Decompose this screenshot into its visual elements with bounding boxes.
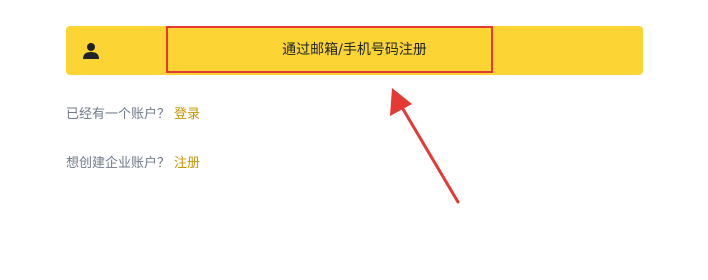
enterprise-prompt: 想创建企业账户？ 注册 (66, 152, 200, 171)
annotation-arrow-icon (390, 88, 460, 204)
login-prompt: 已经有一个账户？ 登录 (66, 103, 200, 122)
enterprise-prompt-text: 想创建企业账户？ (66, 156, 171, 171)
login-link[interactable]: 登录 (174, 107, 200, 122)
enterprise-register-link[interactable]: 注册 (174, 156, 200, 171)
signup-button-label: 通过邮箱/手机号码注册 (282, 42, 427, 58)
login-prompt-text: 已经有一个账户？ (66, 107, 171, 122)
signup-email-phone-button[interactable]: 通过邮箱/手机号码注册 (66, 26, 643, 75)
